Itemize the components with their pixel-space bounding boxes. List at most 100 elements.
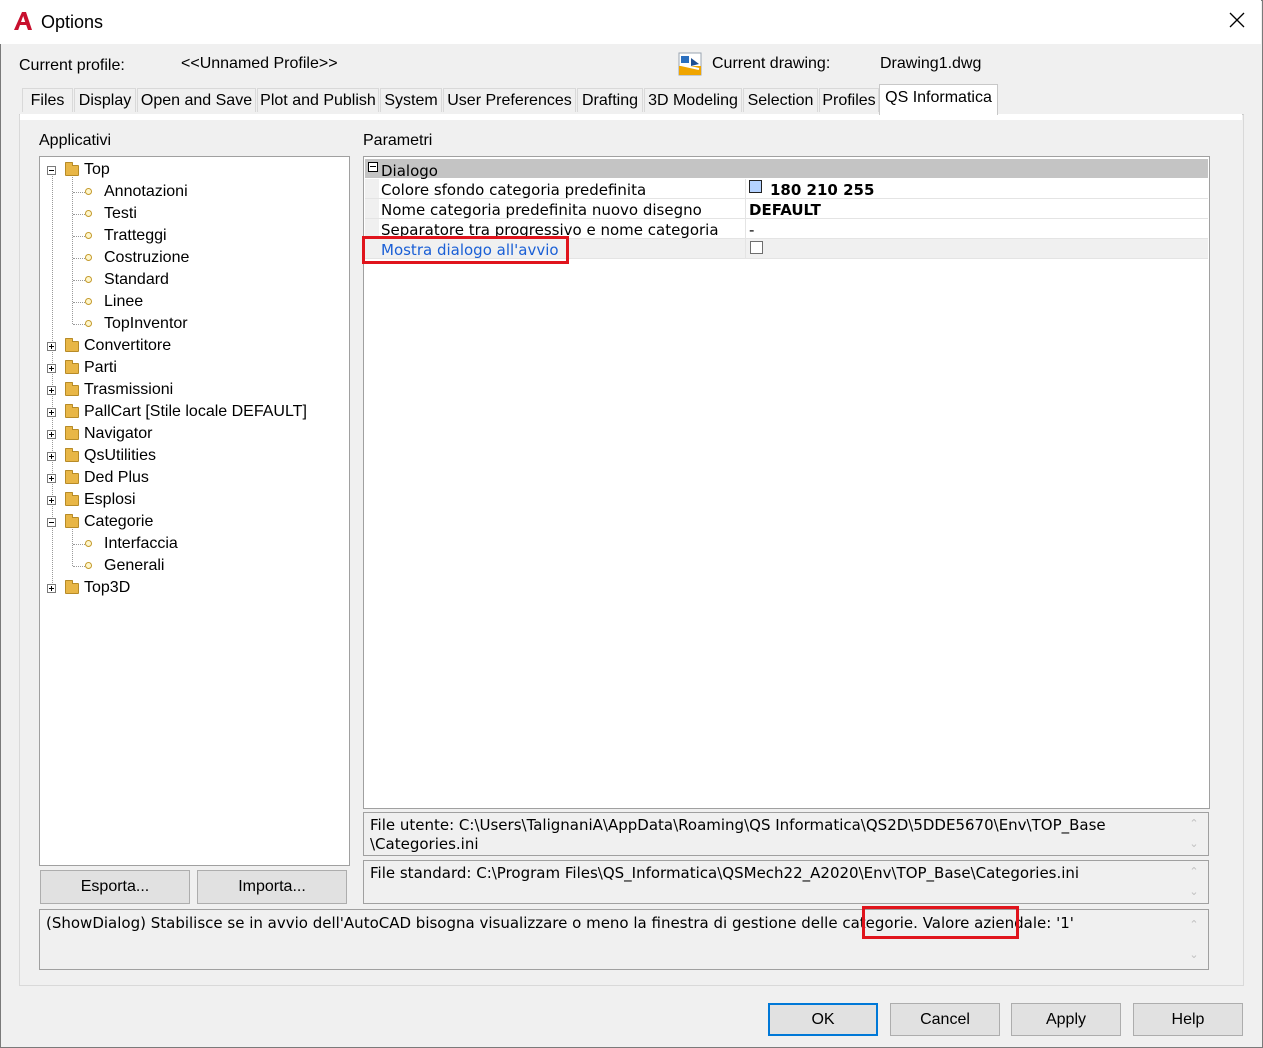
- property-row-selected[interactable]: Mostra dialogo all'avvio: [365, 239, 1208, 259]
- setting-bullet-icon: [85, 298, 92, 305]
- folder-icon: [65, 426, 79, 440]
- folder-icon: [65, 338, 79, 352]
- property-row[interactable]: Separatore tra progressivo e nome catego…: [365, 219, 1208, 239]
- property-value[interactable]: 180 210 255: [770, 179, 874, 198]
- tree-node-label: Convertitore: [84, 337, 172, 354]
- tree-node-label: Esplosi: [84, 491, 136, 508]
- property-name: Mostra dialogo all'avvio: [381, 241, 559, 258]
- tree-node-label: Interfaccia: [104, 535, 178, 552]
- setting-bullet-icon: [85, 232, 92, 239]
- standard-file-box: File standard: C:\Program Files\QS_Infor…: [363, 860, 1209, 904]
- column-divider: [745, 239, 746, 258]
- property-name: Separatore tra progressivo e nome catego…: [381, 221, 719, 238]
- property-value[interactable]: -: [749, 219, 754, 238]
- tree-node-label: Costruzione: [104, 249, 190, 266]
- tree-connector: [72, 529, 73, 566]
- folder-icon: [65, 514, 79, 528]
- show-dialog-checkbox[interactable]: [750, 241, 763, 254]
- parametri-label: Parametri: [363, 132, 433, 149]
- close-button[interactable]: [1214, 0, 1260, 44]
- expand-icon[interactable]: [47, 584, 56, 593]
- company-value: Valore aziendale: '1': [922, 914, 1074, 932]
- applications-tree[interactable]: Top Annotazioni Testi Tratteggi Costruzi…: [39, 156, 350, 866]
- expand-icon[interactable]: [47, 452, 56, 461]
- tree-connector: [73, 566, 85, 567]
- current-profile-value: <<Unnamed Profile>>: [181, 55, 338, 72]
- tree-connector: [73, 280, 85, 281]
- expand-icon[interactable]: [47, 342, 56, 351]
- setting-bullet-icon: [85, 540, 92, 547]
- collapse-icon[interactable]: [47, 166, 56, 175]
- folder-icon: [65, 580, 79, 594]
- description-text: (ShowDialog) Stabilisce se in avvio dell…: [46, 914, 918, 932]
- setting-bullet-icon: [85, 320, 92, 327]
- tab-qs-informatica[interactable]: QS Informatica: [879, 84, 998, 115]
- expand-icon[interactable]: [47, 496, 56, 505]
- close-icon: [1229, 12, 1245, 32]
- tree-node-label: Top3D: [84, 579, 131, 596]
- property-row[interactable]: Nome categoria predefinita nuovo disegno…: [365, 199, 1208, 219]
- scroll-down-icon[interactable]: ⌄: [1188, 949, 1200, 960]
- tab-open-and-save[interactable]: Open and Save: [137, 88, 256, 112]
- expand-icon[interactable]: [47, 408, 56, 417]
- setting-bullet-icon: [85, 562, 92, 569]
- tree-node-label: Trasmissioni: [84, 381, 174, 398]
- property-name: Colore sfondo categoria predefinita: [381, 181, 647, 198]
- ok-button[interactable]: OK: [768, 1003, 878, 1036]
- current-drawing-label: Current drawing:: [712, 55, 831, 72]
- applicativi-label: Applicativi: [39, 132, 112, 149]
- scroll-up-icon[interactable]: ⌃: [1188, 818, 1200, 829]
- property-grid[interactable]: Dialogo Colore sfondo categoria predefin…: [363, 156, 1210, 809]
- row-margin: [365, 199, 379, 218]
- tab-drafting[interactable]: Drafting: [577, 88, 643, 112]
- tree-node-label: TopInventor: [104, 315, 188, 332]
- tree-node-label: Tratteggi: [104, 227, 167, 244]
- collapse-icon[interactable]: [47, 518, 56, 527]
- tree-connector: [73, 236, 85, 237]
- column-divider: [745, 219, 746, 238]
- tree-connector: [73, 544, 85, 545]
- scroll-down-icon[interactable]: ⌄: [1188, 886, 1200, 897]
- tab-display[interactable]: Display: [74, 88, 136, 112]
- tab-plot-and-publish[interactable]: Plot and Publish: [257, 88, 379, 112]
- scroll-down-icon[interactable]: ⌄: [1188, 838, 1200, 849]
- expand-icon[interactable]: [47, 364, 56, 373]
- cancel-button[interactable]: Cancel: [890, 1003, 1000, 1036]
- current-drawing-value: Drawing1.dwg: [880, 55, 982, 72]
- help-button[interactable]: Help: [1133, 1003, 1243, 1036]
- user-file-box: File utente: C:\Users\TalignaniA\AppData…: [363, 812, 1209, 856]
- scroll-up-icon[interactable]: ⌃: [1188, 866, 1200, 877]
- property-name: Nome categoria predefinita nuovo disegno: [381, 201, 702, 218]
- property-row[interactable]: Colore sfondo categoria predefinita 180 …: [365, 179, 1208, 199]
- column-divider: [745, 199, 746, 218]
- export-button[interactable]: Esporta...: [40, 870, 190, 904]
- title-bar: Options: [0, 0, 1261, 44]
- folder-icon: [65, 382, 79, 396]
- expand-icon[interactable]: [47, 430, 56, 439]
- import-button[interactable]: Importa...: [197, 870, 347, 904]
- tab-system[interactable]: System: [380, 88, 442, 112]
- tree-node-label: Ded Plus: [84, 469, 149, 486]
- tab-selection[interactable]: Selection: [743, 88, 818, 112]
- scroll-up-icon[interactable]: ⌃: [1188, 919, 1200, 930]
- property-value[interactable]: DEFAULT: [749, 199, 821, 218]
- category-row-dialogo[interactable]: Dialogo: [365, 159, 1208, 180]
- tree-node-label: QsUtilities: [84, 447, 157, 464]
- apply-button[interactable]: Apply: [1011, 1003, 1121, 1036]
- tab-user-preferences[interactable]: User Preferences: [443, 88, 576, 112]
- tab-files[interactable]: Files: [22, 88, 73, 112]
- collapse-icon[interactable]: [368, 162, 378, 172]
- folder-icon: [65, 470, 79, 484]
- expand-icon[interactable]: [47, 386, 56, 395]
- tree-node-label: Categorie: [84, 513, 154, 530]
- tab-3d-modeling[interactable]: 3D Modeling: [644, 88, 742, 112]
- tree-node-label: Testi: [104, 205, 137, 222]
- tab-profiles[interactable]: Profiles: [819, 88, 879, 112]
- row-margin: [365, 179, 379, 198]
- tree-node-label: Standard: [104, 271, 169, 288]
- folder-icon: [65, 492, 79, 506]
- window-title: Options: [41, 12, 104, 32]
- setting-bullet-icon: [85, 254, 92, 261]
- folder-icon: [65, 448, 79, 462]
- expand-icon[interactable]: [47, 474, 56, 483]
